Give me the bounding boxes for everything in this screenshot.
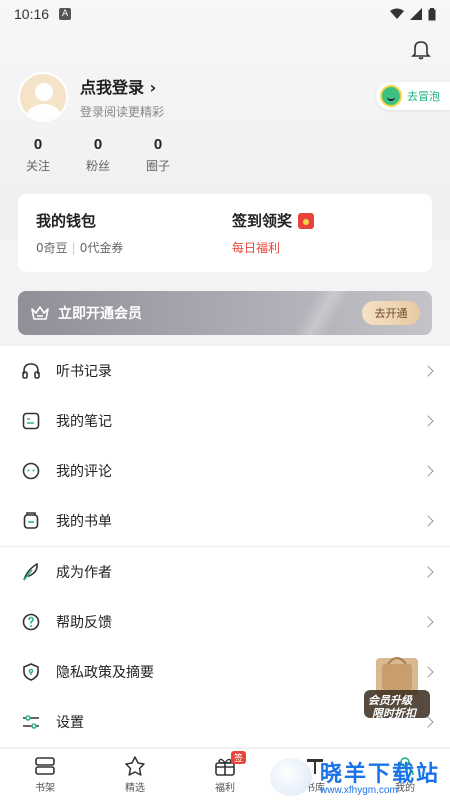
wallet-title: 我的钱包 — [36, 212, 97, 230]
red-packet-icon — [298, 212, 315, 229]
smiley-icon — [380, 85, 402, 107]
chevron-right-icon — [422, 415, 434, 427]
bookshelf-icon — [35, 757, 55, 775]
bubble-button[interactable]: 去冒泡 — [376, 82, 450, 110]
stat-following[interactable]: 0 关注 — [24, 136, 52, 174]
bubble-button-label: 去冒泡 — [407, 90, 440, 103]
tab-bookshelf[interactable]: 书架 — [0, 749, 90, 800]
checkin-badge: 签 — [231, 751, 247, 764]
menu-item-my-comments[interactable]: 我的评论 — [0, 446, 450, 496]
menu-item-label: 我的书单 — [56, 514, 112, 530]
coupon-balance: 0代金券 — [79, 241, 124, 255]
vip-promo-floating-badge[interactable]: 会员升级 限时折扣 — [362, 652, 432, 722]
stat-value: 0 — [33, 136, 43, 153]
chevron-right-icon — [422, 566, 434, 578]
settings-icon — [20, 711, 42, 733]
note-icon — [20, 410, 42, 432]
star-icon — [125, 756, 145, 776]
tab-label: 精选 — [125, 783, 145, 794]
status-right-icons — [390, 7, 436, 21]
chevron-right-icon: › — [149, 78, 157, 97]
login-subtitle: 登录阅读更精彩 — [80, 105, 165, 119]
stat-label: 关注 — [25, 159, 50, 173]
checkin-title: 签到领奖 — [232, 210, 414, 231]
comment-icon — [20, 460, 42, 482]
stats-row: 0 关注 0 粉丝 0 圈子 — [24, 136, 172, 174]
stat-value: 0 — [153, 136, 163, 153]
booklist-icon — [20, 510, 42, 532]
stat-fans[interactable]: 0 粉丝 — [84, 136, 112, 174]
profile-section[interactable]: 点我登录 › 登录阅读更精彩 — [18, 72, 164, 122]
chevron-right-icon — [422, 515, 434, 527]
menu-item-help-feedback[interactable]: 帮助反馈 — [0, 597, 450, 647]
stat-circles[interactable]: 0 圈子 — [144, 136, 172, 174]
qidou-balance: 0奇豆 — [36, 241, 68, 255]
shield-icon — [20, 661, 42, 683]
crown-icon — [31, 306, 49, 320]
bell-icon[interactable] — [410, 38, 432, 60]
battery-icon — [428, 7, 436, 20]
tab-featured[interactable]: 精选 — [90, 749, 180, 800]
watermark-url: www.xfhygm.com — [320, 785, 398, 796]
chevron-right-icon — [422, 616, 434, 628]
wallet-section[interactable]: 我的钱包 0奇豆 | 0代金券 — [36, 210, 218, 256]
stat-label: 粉丝 — [85, 159, 110, 173]
menu-item-label: 设置 — [56, 715, 84, 731]
checkin-title-label: 签到领奖 — [232, 212, 293, 230]
signal-icon — [410, 8, 422, 20]
profile-text: 点我登录 › 登录阅读更精彩 — [80, 74, 164, 120]
status-bar: 10:16 A — [0, 0, 450, 28]
menu-item-my-notes[interactable]: 我的笔记 — [0, 396, 450, 446]
avatar[interactable] — [18, 72, 68, 122]
separator: | — [71, 241, 76, 255]
menu-item-label: 听书记录 — [56, 364, 112, 380]
login-title[interactable]: 点我登录 › — [80, 74, 164, 98]
menu-item-become-author[interactable]: 成为作者 — [0, 547, 450, 597]
menu-item-label: 帮助反馈 — [56, 615, 112, 631]
feather-icon — [20, 561, 42, 583]
checkin-subtitle: 每日福利 — [232, 241, 281, 255]
menu-item-label: 我的评论 — [56, 464, 112, 480]
vip-decoration — [292, 291, 352, 335]
help-icon — [20, 611, 42, 633]
wallet-card: 我的钱包 0奇豆 | 0代金券 签到领奖 每日福利 — [18, 194, 432, 272]
tab-label: 福利 — [215, 783, 235, 794]
checkin-section[interactable]: 签到领奖 每日福利 — [218, 210, 414, 256]
tab-welfare[interactable]: 福利 签 — [180, 749, 270, 800]
promo-line-2: 限时折扣 — [372, 707, 416, 720]
tab-label: 书架 — [35, 783, 55, 794]
login-title-label: 点我登录 — [80, 78, 145, 97]
stat-value: 0 — [93, 136, 103, 153]
menu-item-label: 我的笔记 — [56, 414, 112, 430]
watermark-title: 晓羊下载站 — [320, 762, 441, 787]
status-time: 10:16 — [14, 6, 50, 22]
menu-item-listening-history[interactable]: 听书记录 — [0, 346, 450, 396]
watermark-logo — [270, 758, 312, 796]
vip-banner[interactable]: 立即开通会员 去开通 — [18, 291, 432, 335]
notification-a-icon: A — [59, 8, 72, 20]
wifi-icon — [390, 8, 404, 19]
chevron-right-icon — [422, 365, 434, 377]
stat-label: 圈子 — [145, 159, 170, 173]
headphones-icon — [20, 360, 42, 382]
menu-item-label: 成为作者 — [56, 565, 112, 581]
site-watermark: 晓羊下载站 www.xfhygm.com — [270, 756, 450, 800]
chevron-right-icon — [422, 465, 434, 477]
vip-label: 立即开通会员 — [58, 306, 142, 322]
menu-item-label: 隐私政策及摘要 — [56, 665, 154, 681]
vip-open-button[interactable]: 去开通 — [362, 301, 420, 325]
menu-item-my-booklist[interactable]: 我的书单 — [0, 496, 450, 546]
wallet-balance: 0奇豆 | 0代金券 — [36, 239, 218, 256]
